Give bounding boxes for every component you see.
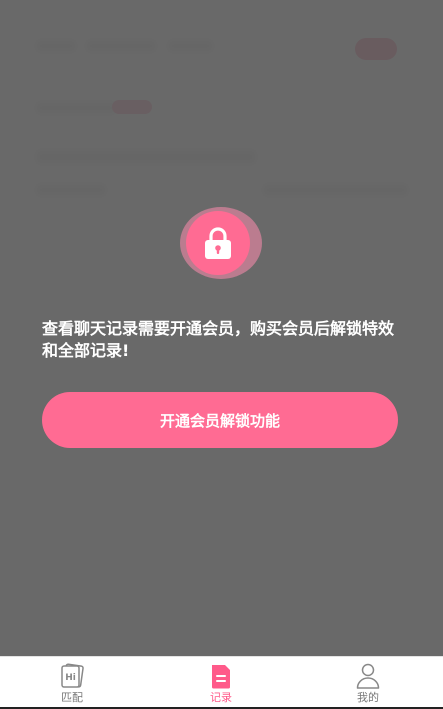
vip-lock-overlay: 查看聊天记录需要开通会员，购买会员后解锁特效和全部记录! 开通会员解锁功能 <box>0 0 443 656</box>
tab-profile[interactable]: 我的 <box>328 657 408 708</box>
open-vip-button[interactable]: 开通会员解锁功能 <box>42 392 398 448</box>
person-icon <box>356 663 380 689</box>
lock-badge <box>180 207 262 279</box>
vip-required-message: 查看聊天记录需要开通会员，购买会员后解锁特效和全部记录! <box>42 319 395 360</box>
tab-records[interactable]: 记录 <box>181 657 261 708</box>
bottom-tab-bar: Hi 匹配 记录 我的 <box>0 656 443 708</box>
document-icon <box>212 665 230 689</box>
tab-match-label: 匹配 <box>61 691 83 704</box>
lock-circle <box>186 211 250 275</box>
tab-match[interactable]: Hi 匹配 <box>32 657 112 708</box>
hi-card-icon: Hi <box>61 663 84 688</box>
svg-text:Hi: Hi <box>65 673 76 683</box>
tab-profile-label: 我的 <box>357 691 379 704</box>
tab-records-label: 记录 <box>210 691 232 704</box>
lock-icon <box>205 227 231 259</box>
